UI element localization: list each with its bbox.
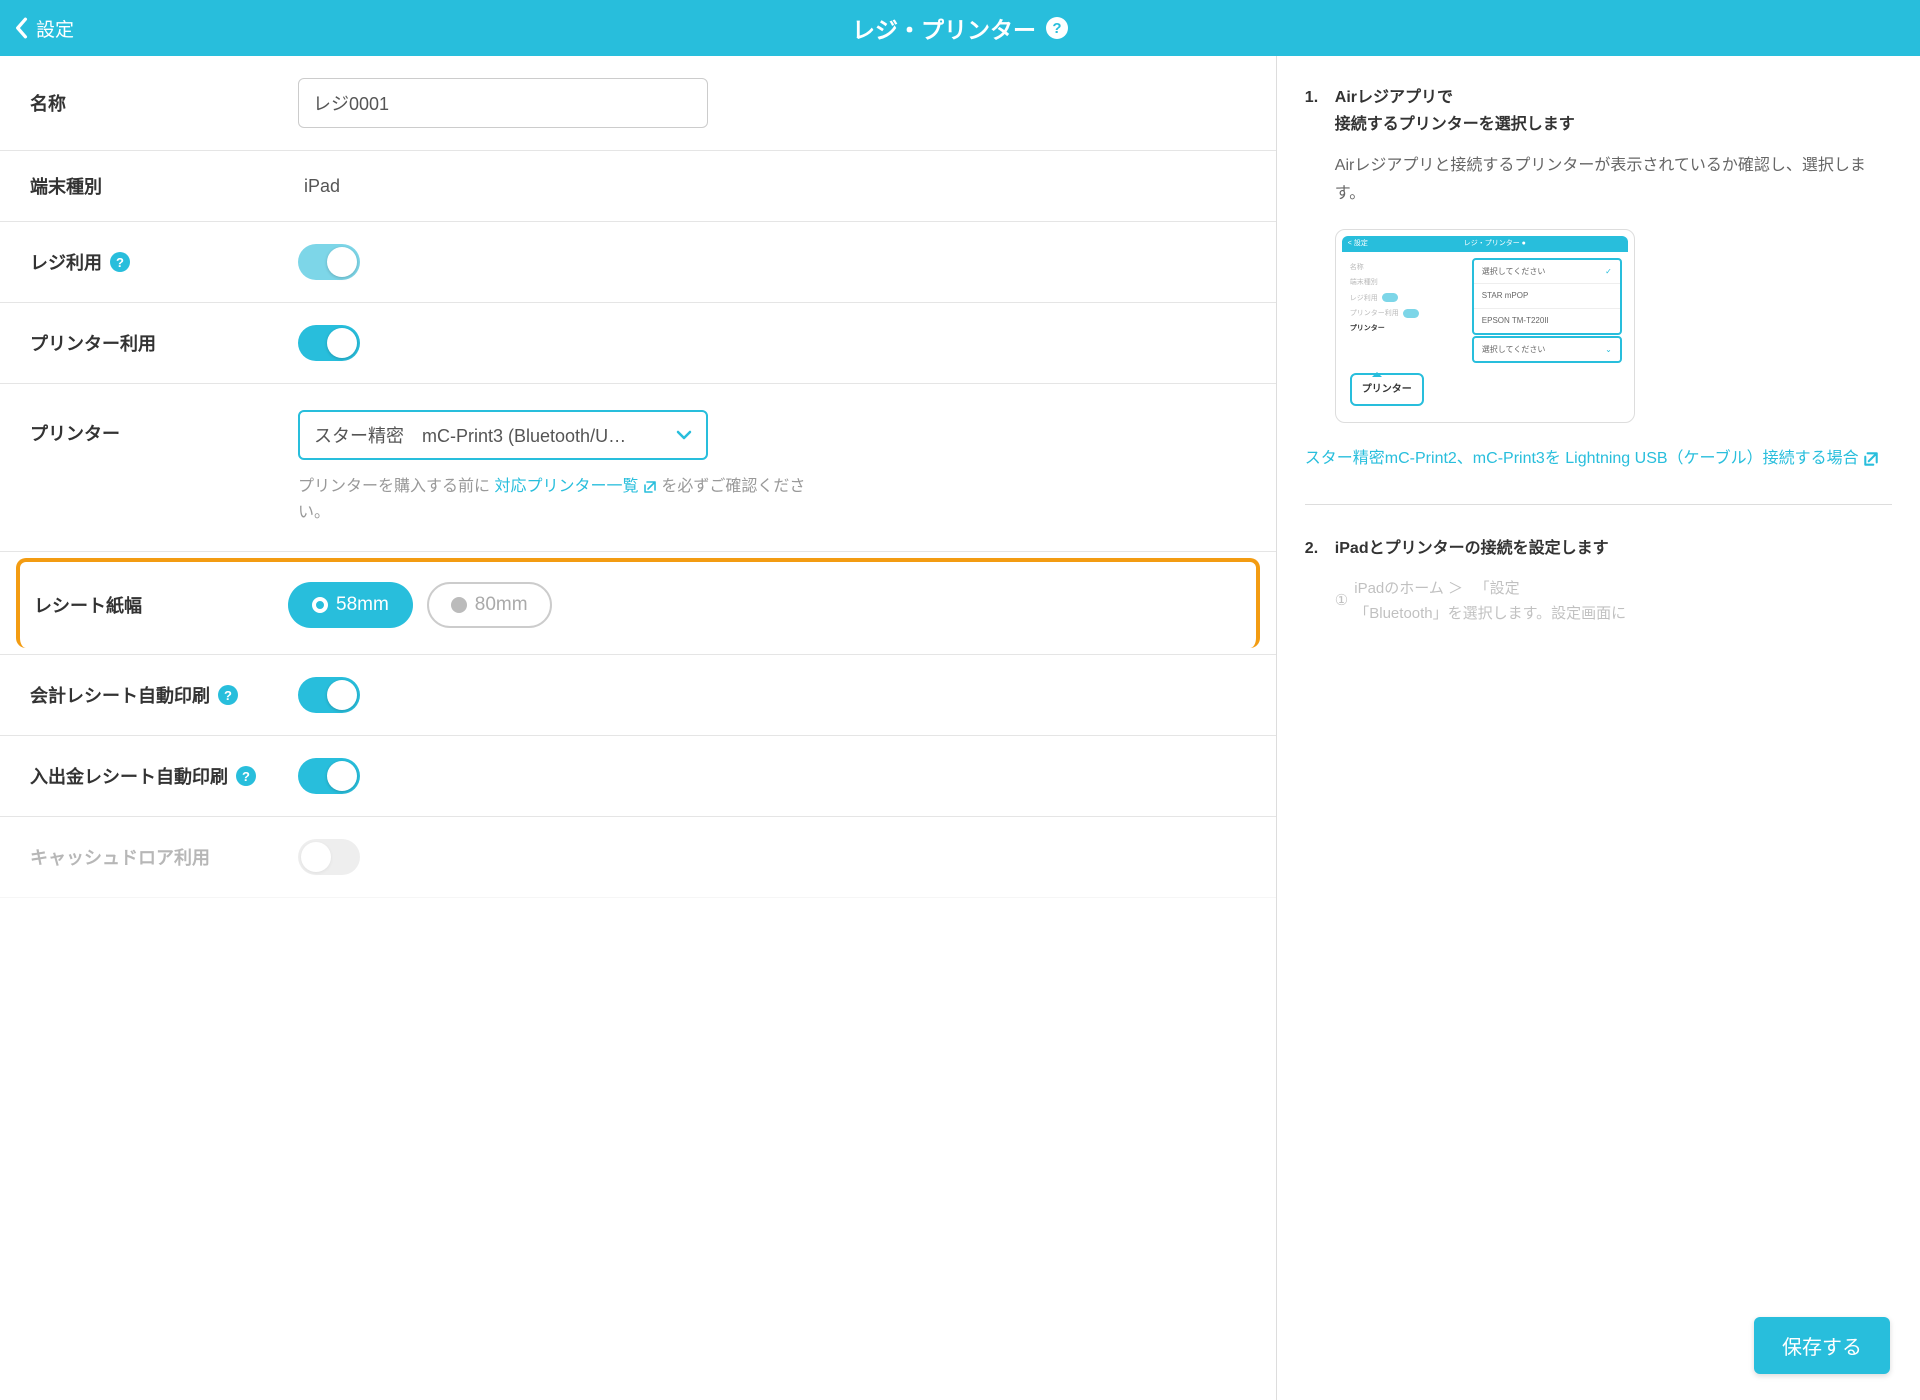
printer-hint: プリンターを購入する前に 対応プリンター一覧 を必ずご確認ください。 bbox=[298, 474, 818, 525]
toggle-auto-checkout[interactable] bbox=[298, 677, 360, 713]
chevron-left-icon bbox=[14, 17, 28, 39]
label-auto-receipt-checkout: 会計レシート自動印刷? bbox=[30, 682, 298, 708]
label-device: 端末種別 bbox=[30, 173, 298, 199]
name-input[interactable] bbox=[298, 78, 708, 128]
back-button[interactable]: 設定 bbox=[14, 15, 74, 42]
help-icon[interactable]: ? bbox=[110, 252, 130, 272]
label-name: 名称 bbox=[30, 90, 298, 116]
toggle-regi-use[interactable] bbox=[298, 244, 360, 280]
external-link-icon bbox=[1863, 451, 1879, 467]
help-step-1-body: Airレジアプリと接続するプリンターが表示されているか確認し、選択します。 bbox=[1335, 152, 1892, 206]
help-icon[interactable]: ? bbox=[236, 766, 256, 786]
row-auto-receipt-cash: 入出金レシート自動印刷? bbox=[0, 736, 1276, 817]
toggle-cash-drawer[interactable] bbox=[298, 839, 360, 875]
printer-select[interactable]: スター精密 mC-Print3 (Bluetooth/U… bbox=[298, 410, 708, 460]
page-title: レジ・プリンター ? bbox=[852, 11, 1068, 45]
help-step-1: 1. Airレジアプリで 接続するプリンターを選択します bbox=[1305, 84, 1892, 138]
row-cash-drawer: キャッシュドロア利用 bbox=[0, 817, 1276, 898]
help-step-2-faded: ①iPadのホーム ＞ 「設定 「Bluetooth」を選択します。設定画面に bbox=[1335, 576, 1892, 627]
back-label: 設定 bbox=[36, 15, 74, 42]
help-usb-link[interactable]: スター精密mC-Print2、mC-Print3を Lightning USB（… bbox=[1305, 445, 1892, 474]
width-option-58mm[interactable]: 58mm bbox=[288, 582, 413, 628]
save-button[interactable]: 保存する bbox=[1754, 1317, 1890, 1374]
label-cash-drawer: キャッシュドロア利用 bbox=[30, 844, 298, 870]
printer-select-value: スター精密 mC-Print3 (Bluetooth/U… bbox=[314, 422, 626, 448]
row-printer: プリンター スター精密 mC-Print3 (Bluetooth/U… プリンタ… bbox=[0, 384, 1276, 552]
printer-list-link[interactable]: 対応プリンター一覧 bbox=[494, 478, 656, 495]
help-icon[interactable]: ? bbox=[218, 685, 238, 705]
help-panel: 1. Airレジアプリで 接続するプリンターを選択します Airレジアプリと接続… bbox=[1277, 56, 1920, 1400]
row-device: 端末種別 iPad bbox=[0, 151, 1276, 222]
app-header: 設定 レジ・プリンター ? bbox=[0, 0, 1920, 56]
label-auto-receipt-cash: 入出金レシート自動印刷? bbox=[30, 763, 298, 789]
help-illustration: < 設定レジ・プリンター ● 名称端末種別 レジ利用 プリンター利用 プリンター… bbox=[1335, 229, 1635, 423]
help-icon[interactable]: ? bbox=[1046, 17, 1068, 39]
label-receipt-width: レシート紙幅 bbox=[34, 592, 288, 618]
device-value: iPad bbox=[298, 176, 1246, 197]
row-receipt-width-highlight: レシート紙幅 58mm 80mm bbox=[16, 558, 1260, 648]
row-regi-use: レジ利用? bbox=[0, 222, 1276, 303]
label-regi-use: レジ利用? bbox=[30, 249, 298, 275]
row-name: 名称 bbox=[0, 56, 1276, 151]
width-option-80mm[interactable]: 80mm bbox=[427, 582, 552, 628]
help-step-2: 2. iPadとプリンターの接続を設定します bbox=[1305, 535, 1892, 562]
chevron-down-icon bbox=[676, 430, 692, 440]
row-auto-receipt-checkout: 会計レシート自動印刷? bbox=[0, 655, 1276, 736]
label-printer: プリンター bbox=[30, 410, 298, 446]
label-printer-use: プリンター利用 bbox=[30, 330, 298, 356]
row-printer-use: プリンター利用 bbox=[0, 303, 1276, 384]
external-link-icon bbox=[643, 480, 657, 494]
toggle-printer-use[interactable] bbox=[298, 325, 360, 361]
toggle-auto-cash[interactable] bbox=[298, 758, 360, 794]
settings-panel: 名称 端末種別 iPad レジ利用? プリンター利用 プリンター スター精密 m… bbox=[0, 56, 1277, 1400]
